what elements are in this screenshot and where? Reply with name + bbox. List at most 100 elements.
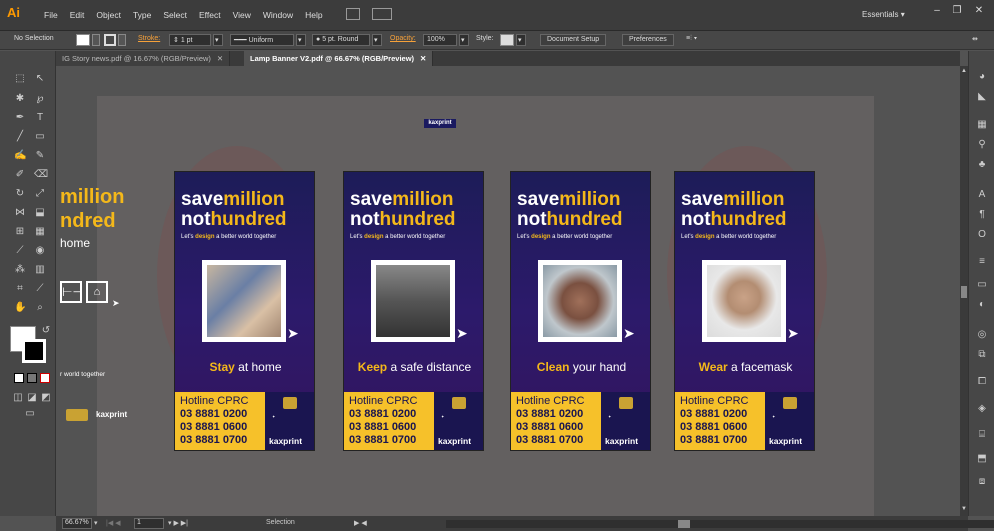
column-graph-icon[interactable]: ▥ bbox=[34, 264, 46, 276]
pen-tool-icon[interactable]: ✒ bbox=[14, 112, 26, 124]
profile-dropdown[interactable]: ▾ bbox=[296, 34, 306, 46]
vertical-scrollbar[interactable]: ▲ ▼ bbox=[960, 66, 968, 516]
magic-wand-icon[interactable]: ✱ bbox=[14, 93, 26, 105]
stroke-dropdown[interactable] bbox=[118, 34, 126, 46]
menu-object[interactable]: Object bbox=[90, 10, 127, 20]
draw-normal-icon[interactable]: ◫ bbox=[12, 392, 24, 404]
zoom-dropdown-icon[interactable]: ▾ bbox=[94, 519, 98, 527]
type-tool-icon[interactable]: T bbox=[34, 112, 46, 124]
symbols-icon[interactable]: ♣ bbox=[976, 159, 988, 171]
artboards-icon[interactable]: ⧠ bbox=[976, 376, 988, 388]
selection-tool-icon[interactable]: ⬚ bbox=[14, 73, 26, 85]
hand-tool-icon[interactable]: ✋ bbox=[14, 302, 26, 314]
stroke-color-box[interactable] bbox=[22, 339, 46, 363]
stroke-panel-icon[interactable]: ≡ bbox=[976, 256, 988, 268]
stroke-swatch[interactable] bbox=[104, 34, 116, 46]
close-tab-icon[interactable]: ✕ bbox=[217, 54, 223, 63]
width-tool-icon[interactable]: ⋈ bbox=[14, 207, 26, 219]
gradient-panel-icon[interactable]: ▭ bbox=[976, 279, 988, 291]
opacity-label[interactable]: Opacity: bbox=[390, 35, 416, 42]
draw-behind-icon[interactable]: ◪ bbox=[26, 392, 38, 404]
symbol-sprayer-icon[interactable]: ⁂ bbox=[14, 264, 26, 276]
tab-lamp-banner[interactable]: Lamp Banner V2.pdf @ 66.67% (RGB/Preview… bbox=[244, 51, 434, 66]
character-icon[interactable]: A bbox=[976, 189, 988, 201]
menu-file[interactable]: File bbox=[38, 10, 64, 20]
menu-edit[interactable]: Edit bbox=[64, 10, 91, 20]
document-setup-button[interactable]: Document Setup bbox=[540, 34, 607, 46]
first-artboard-icon[interactable]: |◀ ◀ bbox=[106, 519, 121, 527]
gradient-mode-icon[interactable] bbox=[27, 373, 37, 383]
kaxprint-logo-top[interactable]: kaxprint bbox=[424, 119, 456, 128]
zoom-tool-icon[interactable]: ⌕ bbox=[34, 302, 46, 314]
paragraph-icon[interactable]: ¶ bbox=[976, 209, 988, 221]
blend-tool-icon[interactable]: ◉ bbox=[34, 245, 46, 257]
graphic-styles-icon[interactable]: ⧉ bbox=[976, 349, 988, 361]
close-icon[interactable]: ✕ bbox=[970, 5, 988, 19]
workspace-switcher[interactable]: Essentials ▾ bbox=[862, 10, 905, 19]
slice-tool-icon[interactable]: ⟋ bbox=[34, 283, 46, 295]
rectangle-tool-icon[interactable]: ▭ bbox=[34, 131, 46, 143]
transform-panel-icon[interactable]: ⬒ bbox=[976, 453, 988, 465]
line-tool-icon[interactable]: ╱ bbox=[14, 131, 26, 143]
fill-swatch[interactable] bbox=[76, 34, 90, 46]
swap-colors-icon[interactable]: ↺ bbox=[40, 325, 52, 337]
style-dropdown[interactable]: ▾ bbox=[516, 34, 526, 46]
scroll-down-icon[interactable]: ▼ bbox=[961, 506, 967, 512]
bridge-icon[interactable] bbox=[346, 8, 360, 20]
panel-menu-icon[interactable]: ⇹ bbox=[972, 35, 978, 43]
minimize-icon[interactable]: – bbox=[928, 5, 946, 19]
pencil-icon[interactable]: ✎ bbox=[34, 150, 46, 162]
draw-inside-icon[interactable]: ◩ bbox=[40, 392, 52, 404]
direct-selection-icon[interactable]: ↖ bbox=[34, 73, 46, 85]
variable-width-profile[interactable]: ━━━ Uniform bbox=[230, 34, 294, 46]
align-icon[interactable]: ≡⫶ ▾ bbox=[686, 35, 697, 43]
color-panel-icon[interactable]: ◕ bbox=[976, 71, 988, 83]
stroke-weight-field[interactable]: ⇕ 1 pt bbox=[169, 34, 211, 46]
brush-definition[interactable]: ● 5 pt. Round bbox=[312, 34, 370, 46]
preferences-button[interactable]: Preferences bbox=[622, 34, 674, 46]
stroke-weight-dropdown[interactable]: ▾ bbox=[213, 34, 223, 46]
paintbrush-icon[interactable]: ✍ bbox=[14, 150, 26, 162]
menu-help[interactable]: Help bbox=[299, 10, 328, 20]
restore-icon[interactable]: ❐ bbox=[948, 5, 966, 19]
align-panel-icon[interactable]: ⌸ bbox=[976, 429, 988, 441]
horizontal-scroll-thumb[interactable] bbox=[678, 520, 690, 528]
eyedropper-icon[interactable]: ⟋ bbox=[14, 245, 26, 257]
vertical-scroll-thumb[interactable] bbox=[961, 286, 967, 298]
shape-builder-icon[interactable]: ⊞ bbox=[14, 226, 26, 238]
opacity-field[interactable]: 100% bbox=[423, 34, 457, 46]
perspective-grid-icon[interactable]: ▦ bbox=[34, 226, 46, 238]
tab-ig-story[interactable]: IG Story news.pdf @ 16.67% (RGB/Preview)… bbox=[56, 51, 231, 66]
app-logo[interactable]: Ai bbox=[7, 5, 20, 20]
poster-stay-home[interactable]: savemillion nothundred Let's design a be… bbox=[174, 171, 315, 451]
horizontal-scrollbar[interactable] bbox=[446, 520, 994, 528]
menu-select[interactable]: Select bbox=[157, 10, 193, 20]
poster-clean-hand[interactable]: savemillion nothundred Let's design a be… bbox=[510, 171, 651, 451]
layers-icon[interactable]: ◈ bbox=[976, 403, 988, 415]
color-mode-icon[interactable] bbox=[14, 373, 24, 383]
zoom-field[interactable]: 66.67% bbox=[62, 518, 92, 529]
free-transform-icon[interactable]: ⬓ bbox=[34, 207, 46, 219]
artboard-nav-icon[interactable]: ▾ ▶ ▶| bbox=[168, 519, 188, 527]
opentype-icon[interactable]: O bbox=[976, 229, 988, 241]
stroke-label[interactable]: Stroke: bbox=[138, 35, 160, 42]
fill-dropdown[interactable] bbox=[92, 34, 100, 46]
lasso-icon[interactable]: ℘ bbox=[34, 93, 46, 105]
none-mode-icon[interactable] bbox=[40, 373, 50, 383]
appearance-icon[interactable]: ◎ bbox=[976, 329, 988, 341]
menu-view[interactable]: View bbox=[227, 10, 257, 20]
opacity-dropdown[interactable]: ▾ bbox=[459, 34, 469, 46]
artboard-tool-icon[interactable]: ⌗ bbox=[14, 283, 26, 295]
scale-icon[interactable]: ⤢ bbox=[34, 188, 46, 200]
brushes-icon[interactable]: ⚲ bbox=[976, 139, 988, 151]
transparency-icon[interactable]: ◐ bbox=[976, 299, 988, 311]
graphic-style-swatch[interactable] bbox=[500, 34, 514, 46]
arrange-documents-icon[interactable] bbox=[372, 8, 392, 20]
blob-brush-icon[interactable]: ✐ bbox=[14, 169, 26, 181]
close-tab-icon[interactable]: ✕ bbox=[420, 54, 426, 63]
status-menu-icon[interactable]: ▶ ◀ bbox=[354, 519, 367, 527]
poster-facemask[interactable]: savemillion nothundred Let's design a be… bbox=[674, 171, 815, 451]
screen-mode-icon[interactable]: ▭ bbox=[24, 408, 36, 420]
rotate-icon[interactable]: ↻ bbox=[14, 188, 26, 200]
brush-dropdown[interactable]: ▾ bbox=[372, 34, 382, 46]
